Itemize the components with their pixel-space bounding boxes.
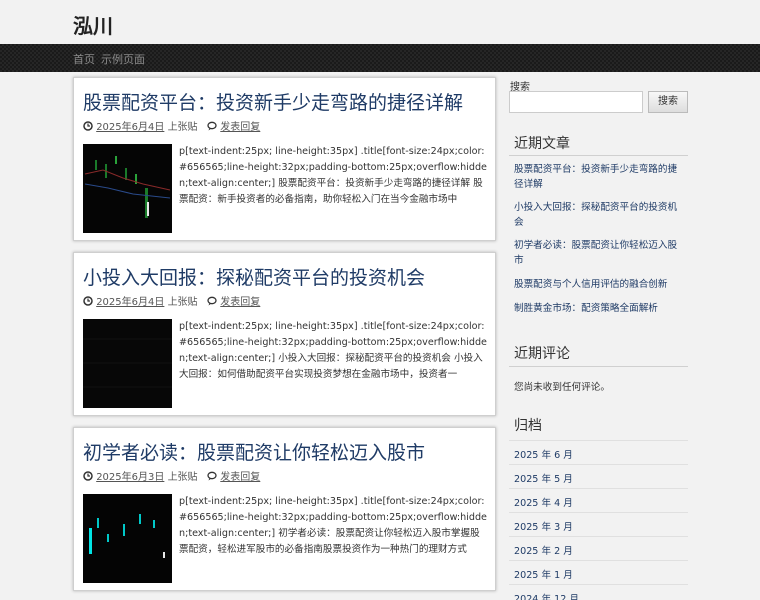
navbar: 首页 示例页面 [0,44,760,72]
archive-item[interactable]: 2025 年 2 月 [509,536,688,560]
recent-post-link[interactable]: 股票配资平台：投资新手少走弯路的捷径详解 [514,162,686,192]
post-excerpt: p[text-indent:25px; line-height:35px] .t… [179,321,487,380]
nav-item-home[interactable]: 首页 [73,51,95,67]
recent-posts-title: 近期文章 [514,136,570,152]
archive-item[interactable]: 2025 年 3 月 [509,512,688,536]
reply-link[interactable]: 发表回复 [220,122,260,133]
post-date[interactable]: 2025年6月4日 [96,297,164,308]
archive-item[interactable]: 2025 年 1 月 [509,560,688,584]
archive-link[interactable]: 2025 年 5 月 [514,471,573,485]
clock-icon [83,296,93,306]
site-title[interactable]: 泓川 [73,10,113,39]
post-author-text: 上张贴 [167,297,198,308]
clock-icon [83,471,93,481]
post-thumbnail[interactable] [83,144,172,233]
archive-item[interactable]: 2024 年 12 月 [509,584,688,600]
post-excerpt: p[text-indent:25px; line-height:35px] .t… [179,146,487,205]
comment-icon [207,121,217,131]
archive-link[interactable]: 2024 年 12 月 [514,591,579,600]
nav-item-sample-page[interactable]: 示例页面 [101,51,145,67]
archive-item[interactable]: 2025 年 4 月 [509,488,688,512]
recent-post-link[interactable]: 初学者必读：股票配资让你轻松迈入股市 [514,238,686,268]
post-title[interactable]: 股票配资平台：投资新手少走弯路的捷径详解 [83,88,463,115]
recent-post-link[interactable]: 股票配资与个人信用评估的融合创新 [514,277,686,292]
post-title[interactable]: 小投入大回报：探秘配资平台的投资机会 [83,263,425,290]
archive-item[interactable]: 2025 年 5 月 [509,464,688,488]
comment-icon [207,296,217,306]
archive-link[interactable]: 2025 年 6 月 [514,447,573,461]
post-meta: 2025年6月4日 上张贴 发表回复 [83,118,260,133]
archive-link[interactable]: 2025 年 3 月 [514,519,573,533]
archive-link[interactable]: 2025 年 2 月 [514,543,573,557]
archives-title: 归档 [514,418,542,434]
post-date[interactable]: 2025年6月3日 [96,472,164,483]
recent-post-link[interactable]: 小投入大回报：探秘配资平台的投资机会 [514,200,686,230]
archive-link[interactable]: 2025 年 1 月 [514,567,573,581]
reply-link[interactable]: 发表回复 [220,297,260,308]
archive-link[interactable]: 2025 年 4 月 [514,495,573,509]
divider [509,155,688,156]
search-button[interactable]: 搜索 [648,91,688,113]
no-comments-text: 您尚未收到任何评论。 [514,382,610,393]
post-card: 股票配资平台：投资新手少走弯路的捷径详解 2025年6月4日 上张贴 发表回复 … [73,77,496,241]
clock-icon [83,121,93,131]
recent-comments-title: 近期评论 [514,346,570,362]
post-card: 小投入大回报：探秘配资平台的投资机会 2025年6月4日 上张贴 发表回复 p[… [73,252,496,416]
post-thumbnail[interactable] [83,494,172,583]
post-card: 初学者必读：股票配资让你轻松迈入股市 2025年6月3日 上张贴 发表回复 p[… [73,427,496,591]
post-excerpt: p[text-indent:25px; line-height:35px] .t… [179,496,487,555]
post-date[interactable]: 2025年6月4日 [96,122,164,133]
post-meta: 2025年6月3日 上张贴 发表回复 [83,468,260,483]
reply-link[interactable]: 发表回复 [220,472,260,483]
divider [509,366,688,367]
post-meta: 2025年6月4日 上张贴 发表回复 [83,293,260,308]
comment-icon [207,471,217,481]
search-input[interactable] [509,91,643,113]
post-thumbnail[interactable] [83,319,172,408]
post-author-text: 上张贴 [167,472,198,483]
archive-item[interactable]: 2025 年 6 月 [509,440,688,464]
post-title[interactable]: 初学者必读：股票配资让你轻松迈入股市 [83,438,425,465]
recent-post-link[interactable]: 制胜黄金市场：配资策略全面解析 [514,301,686,316]
post-author-text: 上张贴 [167,122,198,133]
